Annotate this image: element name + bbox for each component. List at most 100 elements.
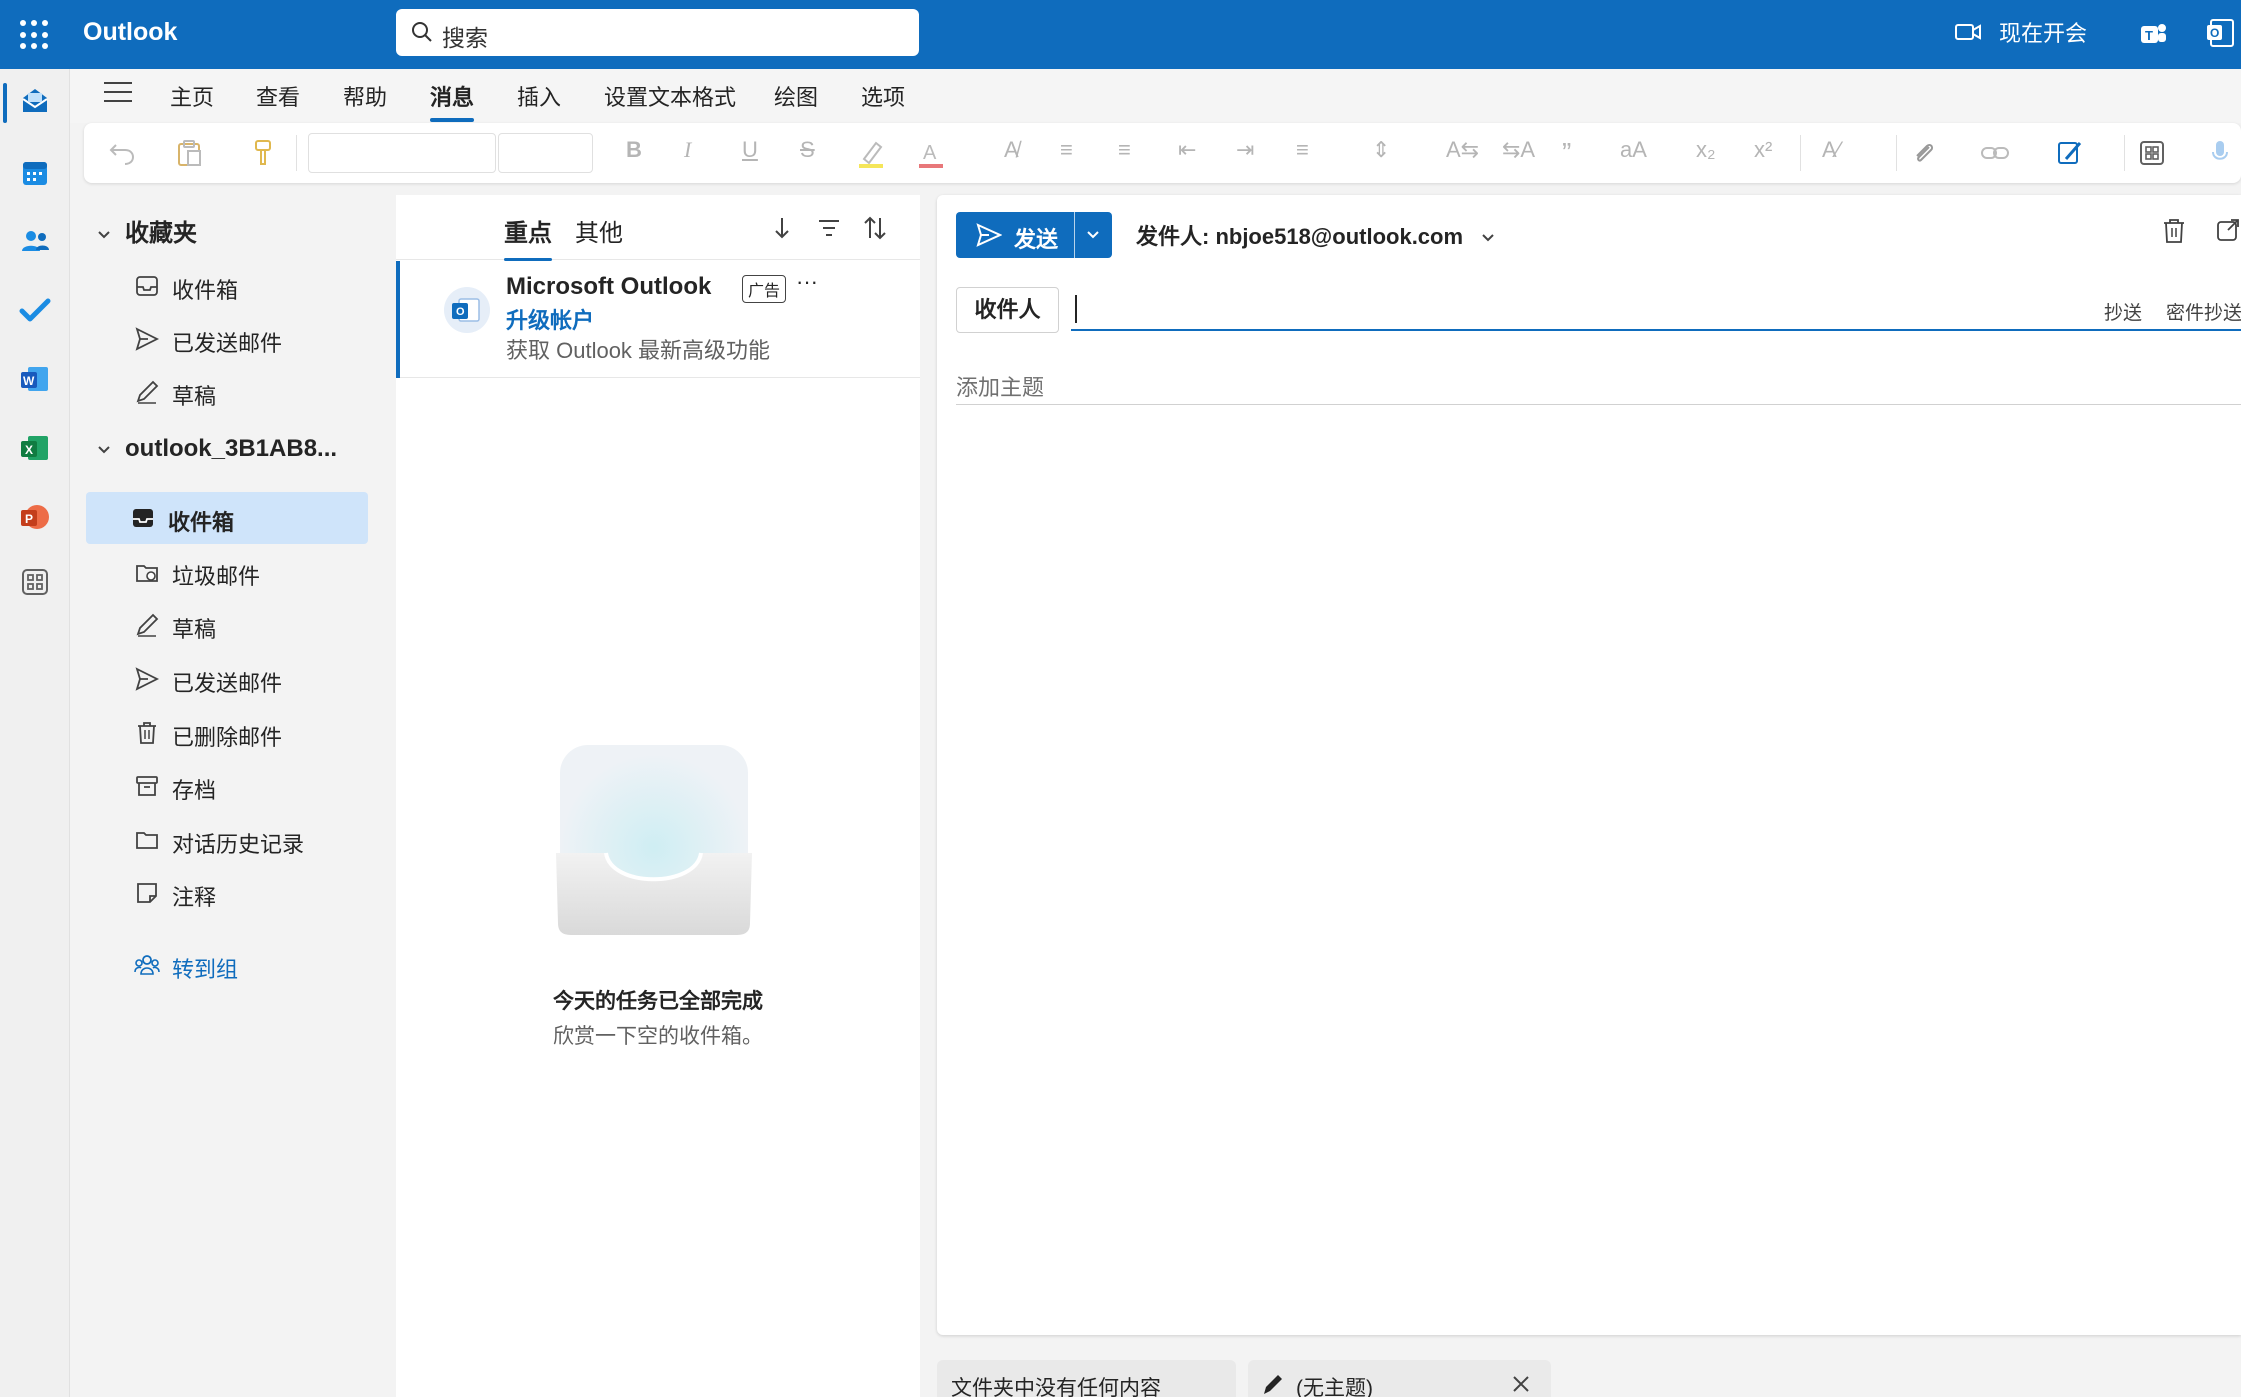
search-input[interactable]: 搜索 [396, 9, 919, 56]
bcc-button[interactable]: 密件抄送 [2166, 298, 2241, 325]
align-icon[interactable]: ≡ [1296, 137, 1309, 163]
decrease-indent-icon[interactable]: ⇤ [1178, 137, 1196, 163]
font-size-select[interactable] [498, 133, 593, 173]
favorite-drafts[interactable]: 草稿 [24, 366, 306, 418]
message-list-tabs: 重点 其他 [396, 195, 920, 261]
tab-other[interactable]: 其他 [575, 213, 623, 248]
from-selector[interactable]: 发件人: nbjoe518@outlook.com [1136, 219, 1495, 251]
to-input-underline[interactable] [1071, 329, 2241, 331]
meet-now-label: 现在开会 [1999, 21, 2088, 46]
discard-trash-icon[interactable] [2161, 217, 2187, 245]
sort-icon[interactable] [862, 215, 888, 241]
account-header[interactable]: outlook_3B1AB8... [70, 435, 337, 463]
folder-inbox[interactable]: 收件箱 [86, 492, 368, 544]
to-button[interactable]: 收件人 [956, 287, 1059, 333]
mail-icon[interactable] [18, 84, 52, 118]
search-placeholder: 搜索 [442, 25, 488, 51]
pop-out-icon[interactable] [2215, 217, 2241, 243]
tab-view[interactable]: 查看 [256, 80, 300, 112]
folder-empty-tab[interactable]: 文件夹中没有任何内容 [937, 1360, 1236, 1397]
app-title[interactable]: Outlook [83, 18, 177, 47]
tab-options[interactable]: 选项 [861, 80, 905, 112]
tab-insert[interactable]: 插入 [517, 80, 561, 112]
toolbar-separator [1896, 135, 1897, 171]
folder-archive[interactable]: 存档 [24, 760, 306, 812]
bottom-tab-bar: 文件夹中没有任何内容 (无主题) [937, 1360, 2241, 1397]
highlight-icon[interactable] [856, 137, 886, 169]
app-launcher-icon[interactable] [20, 20, 50, 50]
numbering-icon[interactable]: ≡ [1118, 137, 1131, 163]
meet-now-button[interactable]: 现在开会 [1955, 16, 2087, 48]
font-color-icon[interactable]: A [916, 137, 946, 169]
bold-icon[interactable]: B [626, 137, 642, 163]
folder-pane: 收藏夹 收件箱 已发送邮件 草稿 outlook_3B1AB8... 收件箱 垃… [70, 195, 395, 1397]
increase-indent-icon[interactable]: ⇥ [1236, 137, 1254, 163]
send-label: 发送 [1014, 227, 1059, 252]
tab-message[interactable]: 消息 [430, 80, 475, 122]
folder-label: 收件箱 [172, 278, 239, 303]
favorites-header[interactable]: 收藏夹 [70, 213, 197, 248]
undo-icon[interactable] [108, 139, 136, 167]
draft-tab-label: (无主题) [1296, 1377, 1373, 1397]
link-icon[interactable] [1980, 139, 2010, 167]
close-icon[interactable] [1511, 1374, 1531, 1394]
line-spacing-icon[interactable]: ⇕ [1372, 137, 1390, 163]
rtl-text-icon[interactable]: ⇆A [1502, 137, 1535, 163]
excel-icon[interactable]: X [18, 431, 52, 465]
italic-icon[interactable]: I [684, 137, 691, 163]
clear-formatting-icon[interactable]: A̸ [1004, 137, 1019, 163]
draft-icon [136, 380, 159, 404]
ad-message-item[interactable]: O Microsoft Outlook 广告 ··· 升级帐户 获取 Outlo… [396, 261, 920, 378]
calendar-icon[interactable] [18, 156, 52, 190]
svg-text:X: X [25, 443, 33, 457]
chevron-down-icon [98, 445, 110, 454]
tab-draw[interactable]: 绘图 [774, 80, 818, 112]
signature-icon[interactable] [2056, 137, 2084, 167]
account-label: outlook_3B1AB8... [125, 435, 338, 462]
teams-icon[interactable]: T [2138, 18, 2168, 48]
dictate-icon[interactable] [2210, 139, 2230, 167]
hamburger-menu-icon[interactable] [104, 82, 132, 104]
favorite-inbox[interactable]: 收件箱 [24, 260, 306, 312]
folder-notes[interactable]: 注释 [24, 867, 306, 919]
go-to-groups-link[interactable]: 转到组 [24, 939, 306, 991]
bullets-icon[interactable]: ≡ [1060, 137, 1073, 163]
paste-icon[interactable] [176, 139, 202, 167]
ribbon-tab-bar: 主页 查看 帮助 消息 插入 设置文本格式 绘图 选项 [70, 69, 2241, 123]
subscript-icon[interactable]: x₂ [1696, 137, 1716, 163]
tab-home[interactable]: 主页 [170, 80, 214, 112]
draft-tab[interactable]: (无主题) [1248, 1360, 1551, 1397]
format-painter-icon[interactable] [252, 139, 274, 167]
apps-icon[interactable] [2138, 139, 2166, 167]
styles-icon[interactable]: A⁄ [1822, 137, 1840, 163]
powerpoint-icon[interactable]: P [18, 500, 52, 534]
more-options-icon[interactable]: ··· [796, 269, 818, 295]
search-icon [412, 22, 432, 42]
cc-button[interactable]: 抄送 [2104, 298, 2142, 325]
tab-help[interactable]: 帮助 [343, 80, 387, 112]
people-icon[interactable] [18, 224, 52, 258]
filter-icon[interactable] [816, 215, 842, 241]
ltr-text-icon[interactable]: A⇆ [1446, 137, 1479, 163]
folder-deleted[interactable]: 已删除邮件 [24, 707, 306, 759]
tab-focused[interactable]: 重点 [504, 213, 552, 261]
attach-icon[interactable] [1910, 139, 1938, 167]
subject-input[interactable]: 添加主题 [956, 370, 1044, 402]
send-button[interactable]: 发送 [956, 212, 1112, 258]
favorite-sent[interactable]: 已发送邮件 [24, 313, 306, 365]
toolbar-separator [296, 135, 297, 171]
underline-icon[interactable]: U [742, 137, 758, 163]
folder-drafts[interactable]: 草稿 [24, 599, 306, 651]
folder-junk[interactable]: 垃圾邮件 [24, 546, 306, 598]
folder-conversation-history[interactable]: 对话历史记录 [24, 814, 306, 866]
folder-sent[interactable]: 已发送邮件 [24, 653, 306, 705]
quote-icon[interactable]: ” [1562, 137, 1571, 169]
chevron-down-icon[interactable] [1086, 229, 1100, 241]
change-case-icon[interactable]: aA [1620, 137, 1647, 163]
outlook-app-icon[interactable]: O [2207, 16, 2237, 50]
tab-format-text[interactable]: 设置文本格式 [604, 80, 736, 112]
superscript-icon[interactable]: x² [1754, 137, 1772, 163]
strikethrough-icon[interactable]: S [800, 137, 815, 163]
arrow-down-icon[interactable] [769, 215, 795, 241]
font-family-select[interactable] [308, 133, 496, 173]
